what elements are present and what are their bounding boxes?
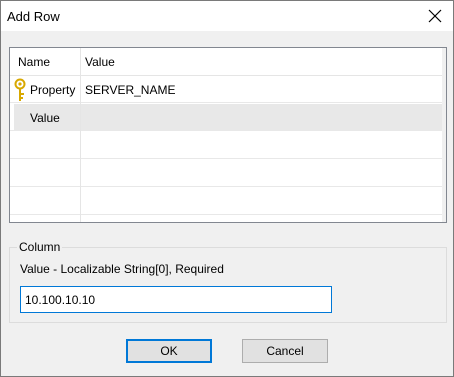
column-divider[interactable] [80, 48, 81, 222]
title-bar: Add Row [1, 1, 453, 31]
add-row-dialog: Add Row Name Value Property SERVER_NAME [0, 0, 454, 377]
cancel-button[interactable]: Cancel [242, 339, 328, 363]
property-grid[interactable]: Name Value Property SERVER_NAME Value [9, 47, 447, 223]
column-description: Value - Localizable String[0], Required [20, 262, 224, 276]
row-name-cell: Value [30, 111, 60, 125]
grid-row-empty[interactable] [10, 160, 444, 187]
grid-row-empty[interactable] [10, 132, 444, 159]
row-value-cell[interactable]: SERVER_NAME [85, 83, 175, 97]
vertical-scrollbar[interactable] [442, 48, 446, 222]
key-icon [14, 78, 26, 101]
grid-row-property[interactable]: Property SERVER_NAME [10, 76, 444, 103]
value-input[interactable] [20, 286, 332, 313]
column-group-label: Column [17, 240, 63, 254]
grid-row-value[interactable]: Value [10, 104, 444, 131]
row-gutter [10, 104, 14, 130]
close-button[interactable] [421, 3, 449, 29]
column-header-value[interactable]: Value [85, 55, 115, 69]
close-icon [428, 9, 442, 23]
grid-row-empty[interactable] [10, 188, 444, 215]
grid-header: Name Value [10, 48, 444, 76]
column-header-name[interactable]: Name [18, 55, 50, 69]
row-name-cell: Property [30, 83, 76, 97]
ok-button[interactable]: OK [126, 339, 212, 363]
dialog-title: Add Row [7, 9, 60, 24]
